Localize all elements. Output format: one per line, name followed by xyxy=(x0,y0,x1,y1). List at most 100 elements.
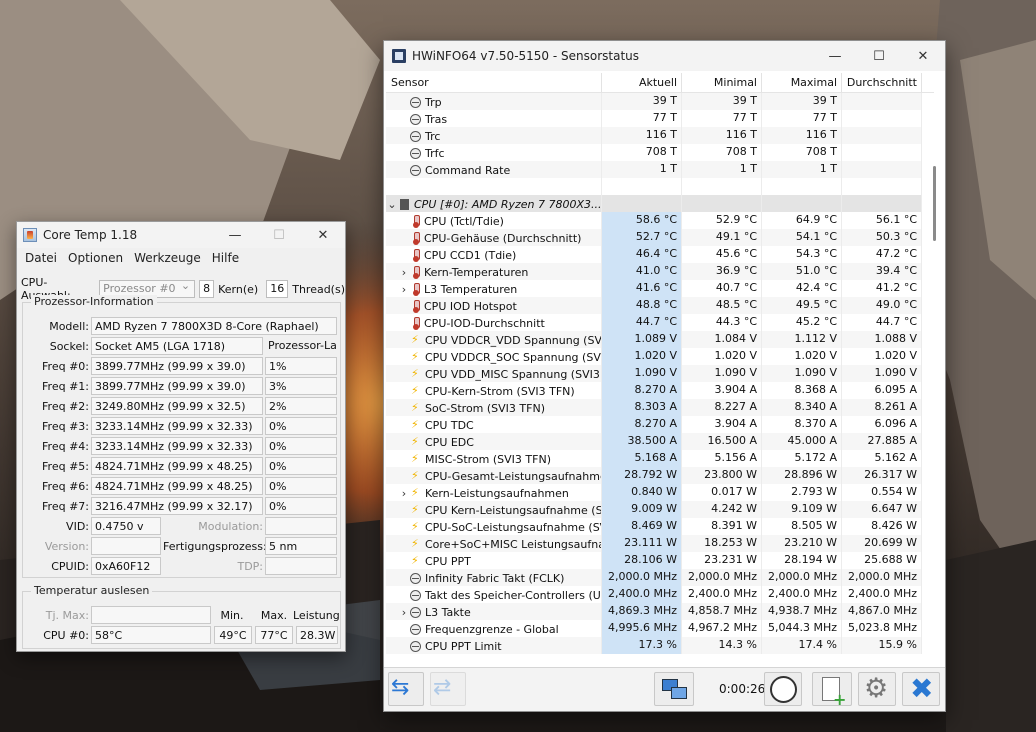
column-average[interactable]: Durchschnitt xyxy=(842,73,922,92)
sensor-row[interactable]: CPU-IOD-Durchschnitt 44.7 °C 44.3 °C 45.2 °… xyxy=(386,314,934,331)
minimize-icon[interactable]: — xyxy=(813,43,857,69)
menu-tools[interactable]: Werkzeuge xyxy=(128,251,206,265)
exit-x-icon: ✖ xyxy=(910,672,934,705)
sensor-row[interactable]: CPU TDC 8.270 A3.904 A8.370 A6.096 A xyxy=(386,416,934,433)
maximum-value: 2.793 W xyxy=(762,484,842,501)
current-value: 2,400.0 MHz xyxy=(602,586,682,603)
sensor-row[interactable]: Infinity Fabric Takt (FCLK) 2,000.0 MHz 2,… xyxy=(386,569,934,586)
column-sensor[interactable]: Sensor xyxy=(386,73,602,92)
sensor-row[interactable]: Takt des Speicher-Controllers (U... 2,400… xyxy=(386,586,934,603)
sensor-name-cell: CPU PPT xyxy=(386,552,602,569)
network-button[interactable] xyxy=(654,672,694,706)
sensor-row[interactable] xyxy=(386,178,934,195)
sensor-row[interactable]: CPU PPT Limit 17.3 % 14.3 % 17.4 % 15.9 % xyxy=(386,637,934,654)
scrollbar-thumb[interactable] xyxy=(933,166,936,241)
layout-arrows-button[interactable]: ⇆ xyxy=(388,672,424,706)
sensor-row[interactable]: SoC-Strom (SVI3 TFN) 8.303 A8.227 A8.340 … xyxy=(386,399,934,416)
lightning-icon xyxy=(411,384,421,398)
current-value xyxy=(602,195,682,212)
sensor-label: CPU PPT Limit xyxy=(425,639,502,653)
sensor-row[interactable]: MISC-Strom (SVI3 TFN) 5.168 A5.156 A5.172… xyxy=(386,450,934,467)
elapsed-time: 0:00:26 xyxy=(719,682,766,696)
sensor-row[interactable]: CPU PPT 28.106 W23.231 W28.194 W25.688 W xyxy=(386,552,934,569)
lightning-icon xyxy=(411,503,421,517)
exit-button[interactable]: ✖ xyxy=(902,672,940,706)
sensor-row[interactable]: Frequenzgrenze - Global 4,995.6 MHz 4,967.… xyxy=(386,620,934,637)
freq-label: Freq #0: xyxy=(42,360,89,373)
average-value: 1.090 V xyxy=(842,365,922,382)
sensor-row[interactable]: CPU (Tctl/Tdie) 58.6 °C 52.9 °C 64.9 °C 56.1… xyxy=(386,212,934,229)
expand-chevron-icon[interactable]: › xyxy=(398,283,410,296)
socket-label: Sockel: xyxy=(49,340,89,353)
close-icon[interactable]: ✕ xyxy=(901,43,945,69)
sensor-row[interactable]: CPU VDD_MISC Spannung (SVI3 ...1.090 V1.… xyxy=(386,365,934,382)
sensor-row[interactable]: › Kern-Leistungsaufnahmen 0.840 W0.017 W2.… xyxy=(386,484,934,501)
thermometer-icon xyxy=(413,265,420,279)
collapse-chevron-icon[interactable]: ⌄ xyxy=(386,198,398,211)
sensor-row[interactable]: CPU-Gehäuse (Durchschnitt) 52.7 °C 49.1 °C… xyxy=(386,229,934,246)
vid-label: VID: xyxy=(66,520,89,533)
sensor-group-row[interactable]: ⌄ CPU [#0]: AMD Ryzen 7 7800X3... xyxy=(386,195,934,212)
freq-label: Freq #3: xyxy=(42,420,89,433)
hwinfo-window: HWiNFO64 v7.50-5150 - Sensorstatus — ☐ ✕… xyxy=(383,40,946,712)
sensor-row[interactable]: Trc 116 T 116 T 116 T xyxy=(386,127,934,144)
current-value: 1.020 V xyxy=(602,348,682,365)
sensor-row[interactable]: CPU-Gesamt-Leistungsaufnahme28.792 W23.8… xyxy=(386,467,934,484)
vertical-scrollbar[interactable] xyxy=(931,91,939,681)
maximize-icon[interactable]: ☐ xyxy=(857,43,901,69)
thermometer-icon xyxy=(413,214,420,228)
sensor-row[interactable]: CPU CCD1 (Tdie) 46.4 °C 45.6 °C 54.3 °C 47.2… xyxy=(386,246,934,263)
sensor-row[interactable]: CPU VDDCR_VDD Spannung (SVI...1.089 V1.0… xyxy=(386,331,934,348)
sensor-row[interactable]: Trp 39 T 39 T 39 T xyxy=(386,93,934,110)
current-value: 1.090 V xyxy=(602,365,682,382)
maximum-value: 42.4 °C xyxy=(762,280,842,297)
sensor-row[interactable]: CPU IOD Hotspot 48.8 °C 48.5 °C 49.5 °C 49.0… xyxy=(386,297,934,314)
sensor-row[interactable]: Command Rate 1 T1 T1 T xyxy=(386,161,934,178)
sensor-label: Infinity Fabric Takt (FCLK) xyxy=(425,571,565,585)
column-minimum[interactable]: Minimal xyxy=(682,73,762,92)
sensor-label: Trp xyxy=(425,95,442,109)
expand-chevron-icon[interactable]: › xyxy=(398,606,410,619)
freq-value: 4824.71MHz (99.99 x 48.25) xyxy=(91,457,263,475)
cpu0-power: 28.3W xyxy=(296,626,338,644)
hwinfo-titlebar[interactable]: HWiNFO64 v7.50-5150 - Sensorstatus — ☐ ✕ xyxy=(384,41,945,71)
average-value xyxy=(842,110,922,127)
column-current[interactable]: Aktuell xyxy=(602,73,682,92)
average-value: 4,867.0 MHz xyxy=(842,603,922,620)
settings-button[interactable]: ⚙ xyxy=(858,672,896,706)
report-button[interactable]: + xyxy=(812,672,852,709)
column-maximum[interactable]: Maximal xyxy=(762,73,842,92)
expand-chevron-icon[interactable]: › xyxy=(398,487,410,500)
collapse-arrows-button[interactable]: ⇄ xyxy=(430,672,466,706)
current-value: 28.106 W xyxy=(602,552,682,569)
process-value: 5 nm xyxy=(265,537,337,555)
maximum-value: 1.020 V xyxy=(762,348,842,365)
menu-file[interactable]: Datei xyxy=(19,251,62,265)
timer-button[interactable] xyxy=(764,672,802,706)
sensor-row[interactable]: › Kern-Temperaturen 41.0 °C 36.9 °C 51.0 °C 3… xyxy=(386,263,934,280)
sensor-row[interactable]: CPU-Kern-Strom (SVI3 TFN) 8.270 A3.904 A8… xyxy=(386,382,934,399)
sensor-label: Takt des Speicher-Controllers (U... xyxy=(425,588,602,602)
coretemp-titlebar[interactable]: Core Temp 1.18 — ☐ ✕ xyxy=(17,222,345,248)
sensor-label: Tras xyxy=(425,112,448,126)
sensor-row[interactable]: Tras 77 T 77 T 77 T xyxy=(386,110,934,127)
close-icon[interactable]: ✕ xyxy=(301,222,345,248)
menu-help[interactable]: Hilfe xyxy=(206,251,244,265)
sensor-row[interactable]: › L3 Takte 4,869.3 MHz 4,858.7 MHz 4,938.7 M… xyxy=(386,603,934,620)
sensor-row[interactable]: CPU-SoC-Leistungsaufnahme (SV...8.469 W8… xyxy=(386,518,934,535)
sensor-row[interactable]: Trfc 708 T 708 T 708 T xyxy=(386,144,934,161)
expand-chevron-icon[interactable]: › xyxy=(398,266,410,279)
sensor-row[interactable]: › L3 Temperaturen 41.6 °C 40.7 °C 42.4 °C 41.… xyxy=(386,280,934,297)
sensor-name-cell: › Kern-Temperaturen xyxy=(386,263,602,280)
average-value xyxy=(842,93,922,110)
average-value: 15.9 % xyxy=(842,637,922,654)
sensor-row[interactable]: CPU EDC 38.500 A16.500 A45.000 A27.885 A xyxy=(386,433,934,450)
sensor-row[interactable]: Core+SoC+MISC Leistungsaufna...23.111 W1… xyxy=(386,535,934,552)
menu-options[interactable]: Optionen xyxy=(62,251,128,265)
minimize-icon[interactable]: — xyxy=(213,222,257,248)
sensor-row[interactable]: CPU Kern-Leistungsaufnahme (SV...9.009 W… xyxy=(386,501,934,518)
cpu0-max: 77°C xyxy=(255,626,293,644)
cpu0-min: 49°C xyxy=(214,626,252,644)
sensor-row[interactable]: CPU VDDCR_SOC Spannung (SVI...1.020 V1.0… xyxy=(386,348,934,365)
sensor-name-cell: › L3 Takte xyxy=(386,603,602,620)
